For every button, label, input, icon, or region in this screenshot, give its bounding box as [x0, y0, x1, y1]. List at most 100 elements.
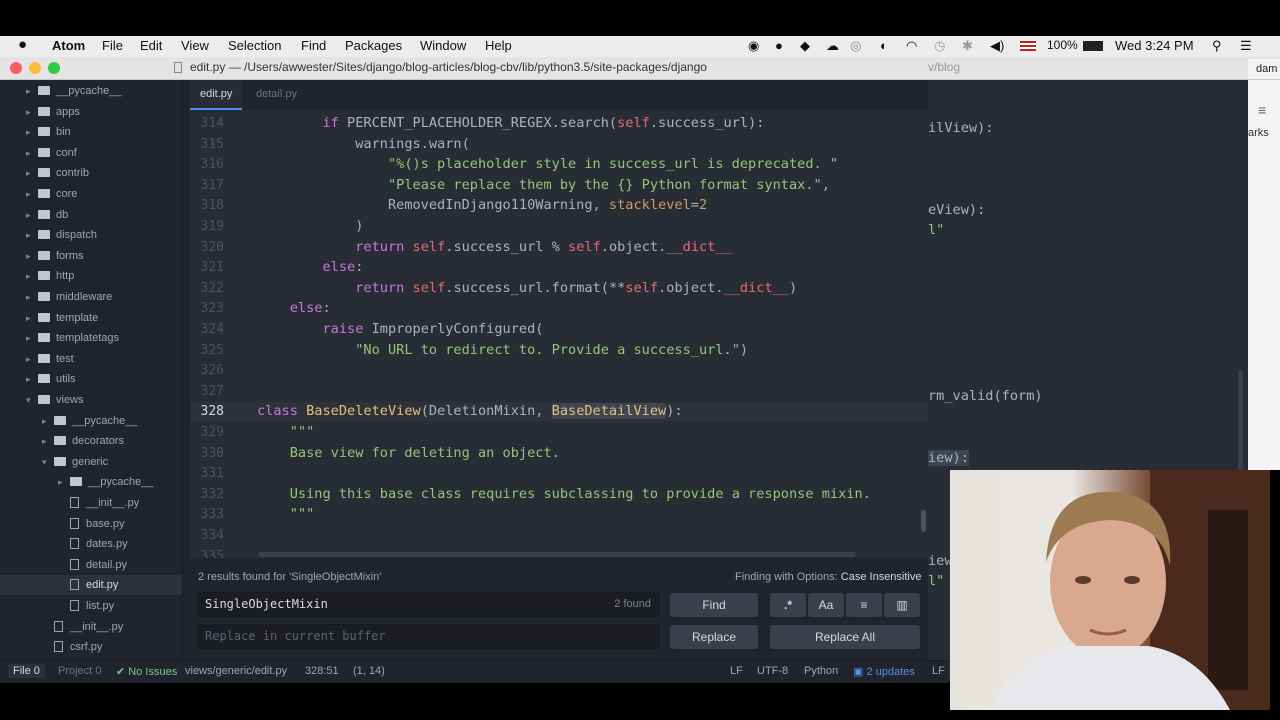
- chevron-right-icon[interactable]: ▸: [26, 184, 36, 204]
- chevron-right-icon[interactable]: ▸: [26, 163, 36, 183]
- tree-folder-item[interactable]: ▾ generic: [0, 452, 182, 472]
- bookmarks-label-fragment[interactable]: arks: [1248, 127, 1269, 139]
- chevron-right-icon[interactable]: ▸: [26, 369, 36, 389]
- tree-folder-item[interactable]: ▸ utils: [0, 369, 182, 389]
- chevron-right-icon[interactable]: ▸: [26, 81, 36, 101]
- time-machine-icon[interactable]: ◷: [934, 38, 945, 54]
- tree-file-item[interactable]: detail.py: [0, 555, 182, 575]
- tree-folder-item[interactable]: ▸ http: [0, 266, 182, 286]
- chevron-right-icon[interactable]: ▸: [26, 328, 36, 348]
- check-circle-icon[interactable]: ◉: [748, 38, 759, 54]
- menu-selection[interactable]: Selection: [228, 38, 281, 53]
- horizontal-scrollbar[interactable]: [258, 552, 856, 557]
- regex-toggle[interactable]: .*: [770, 593, 806, 617]
- tree-folder-item[interactable]: ▸ contrib: [0, 163, 182, 183]
- wifi-icon[interactable]: ◠: [906, 38, 917, 54]
- tree-file-item[interactable]: __init__.py: [0, 493, 182, 513]
- find-input[interactable]: SingleObjectMixin 2 found: [198, 592, 660, 617]
- find-button[interactable]: Find: [670, 593, 758, 617]
- chevron-right-icon[interactable]: ▸: [26, 349, 36, 369]
- tree-folder-item[interactable]: ▾ views: [0, 390, 182, 410]
- chevron-right-icon[interactable]: ▸: [26, 143, 36, 163]
- tree-folder-item[interactable]: ▸ __pycache__: [0, 81, 182, 101]
- menu-view[interactable]: View: [181, 38, 209, 53]
- tree-folder-item[interactable]: ▸ core: [0, 184, 182, 204]
- chevron-right-icon[interactable]: ▸: [42, 431, 52, 451]
- tab-edit-py[interactable]: edit.py: [190, 80, 243, 110]
- battery-icon[interactable]: [1083, 41, 1103, 51]
- clock[interactable]: Wed 3:24 PM: [1115, 38, 1194, 53]
- cursor-position[interactable]: 328:51: [305, 665, 339, 677]
- menu-find[interactable]: Find: [301, 38, 326, 53]
- menu-packages[interactable]: Packages: [345, 38, 402, 53]
- tree-file-item[interactable]: csrf.py: [0, 637, 182, 657]
- tree-folder-item[interactable]: ▸ apps: [0, 102, 182, 122]
- tree-folder-item[interactable]: ▸ test: [0, 349, 182, 369]
- replace-button[interactable]: Replace: [670, 625, 758, 649]
- tree-folder-item[interactable]: ▸ conf: [0, 143, 182, 163]
- code-editor[interactable]: 314 if PERCENT_PLACEHOLDER_REGEX.search(…: [190, 110, 928, 558]
- chevron-right-icon[interactable]: ▸: [42, 411, 52, 431]
- linter-status[interactable]: ✔ No Issues: [116, 665, 177, 678]
- menu-icon[interactable]: ≡: [1258, 102, 1266, 118]
- menu-window[interactable]: Window: [420, 38, 466, 53]
- zoom-window-button[interactable]: [48, 62, 60, 74]
- chevron-right-icon[interactable]: ▸: [26, 266, 36, 286]
- chevron-down-icon[interactable]: ▾: [26, 390, 36, 410]
- chevron-right-icon[interactable]: ▸: [58, 472, 68, 492]
- package-updates[interactable]: ▣ 2 updates: [853, 665, 915, 678]
- notification-center-icon[interactable]: ☰: [1240, 38, 1252, 54]
- tree-folder-item[interactable]: ▸ forms: [0, 246, 182, 266]
- volume-icon[interactable]: ◀): [990, 38, 1004, 54]
- menu-help[interactable]: Help: [485, 38, 512, 53]
- project-tab-indicator[interactable]: Project 0: [58, 665, 101, 677]
- vertical-scrollbar[interactable]: [921, 510, 926, 532]
- chevron-right-icon[interactable]: ▸: [26, 308, 36, 328]
- tree-folder-item[interactable]: ▸ decorators: [0, 431, 182, 451]
- tree-file-item[interactable]: base.py: [0, 514, 182, 534]
- apple-icon[interactable]: ●: [18, 36, 27, 53]
- menu-file[interactable]: File: [102, 38, 123, 53]
- chevron-right-icon[interactable]: ▸: [26, 205, 36, 225]
- tree-folder-item[interactable]: ▸ __pycache__: [0, 472, 182, 492]
- tree-file-item[interactable]: edit.py: [0, 575, 182, 596]
- chevron-right-icon[interactable]: ▸: [26, 246, 36, 266]
- replace-all-button[interactable]: Replace All: [770, 625, 920, 649]
- whole-word-toggle[interactable]: ▥: [884, 593, 920, 617]
- background-window-button[interactable]: dam: [1248, 59, 1280, 79]
- tree-folder-item[interactable]: ▸ template: [0, 308, 182, 328]
- chevron-right-icon[interactable]: ▸: [26, 225, 36, 245]
- tree-folder-item[interactable]: ▸ dispatch: [0, 225, 182, 245]
- chevron-right-icon[interactable]: ▸: [26, 287, 36, 307]
- encoding[interactable]: UTF-8: [757, 665, 788, 677]
- tree-folder-item[interactable]: ▸ bin: [0, 122, 182, 142]
- grammar[interactable]: Python: [804, 665, 838, 677]
- cloud-icon[interactable]: ☁: [826, 38, 839, 54]
- tree-file-item[interactable]: list.py: [0, 596, 182, 616]
- chevron-right-icon[interactable]: ▸: [26, 122, 36, 142]
- menu-edit[interactable]: Edit: [140, 38, 162, 53]
- flag-icon[interactable]: [1020, 41, 1036, 51]
- tree-file-item[interactable]: dates.py: [0, 534, 182, 554]
- case-sensitive-toggle[interactable]: Aa: [808, 593, 844, 617]
- minimize-window-button[interactable]: [29, 62, 41, 74]
- tree-folder-item[interactable]: ▸ db: [0, 205, 182, 225]
- tree-folder-item[interactable]: ▸ __pycache__: [0, 411, 182, 431]
- sync-icon[interactable]: ◎: [850, 38, 861, 54]
- replace-input[interactable]: Replace in current buffer: [198, 624, 660, 649]
- tree-folder-item[interactable]: ▸ middleware: [0, 287, 182, 307]
- menu-atom[interactable]: Atom: [52, 38, 85, 53]
- chevron-right-icon[interactable]: ▸: [26, 102, 36, 122]
- selection-count[interactable]: (1, 14): [353, 665, 385, 677]
- file-tab-indicator[interactable]: File 0: [8, 664, 45, 678]
- chevron-down-icon[interactable]: ▾: [42, 452, 52, 472]
- elephant-icon[interactable]: ◆: [800, 38, 810, 54]
- tree-folder-item[interactable]: ▸ templatetags: [0, 328, 182, 348]
- spotlight-search-icon[interactable]: ⚲: [1212, 38, 1222, 54]
- line-ending-secondary[interactable]: LF: [932, 665, 945, 677]
- file-path[interactable]: views/generic/edit.py: [185, 665, 287, 677]
- bluetooth-icon[interactable]: ✱: [962, 38, 973, 54]
- tab-detail-py[interactable]: detail.py: [246, 80, 307, 110]
- shield-icon[interactable]: ◐: [880, 38, 888, 53]
- close-window-button[interactable]: [10, 62, 22, 74]
